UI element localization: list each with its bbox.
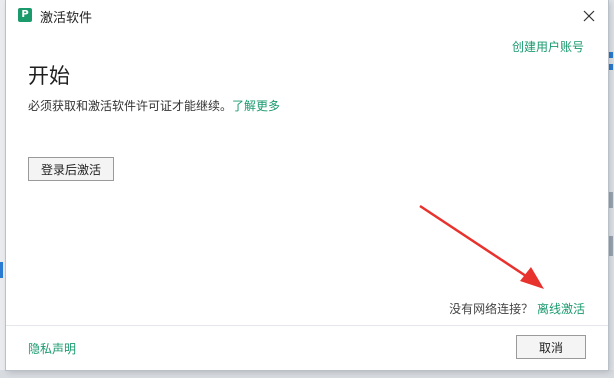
create-account-link[interactable]: 创建用户账号 (512, 38, 584, 55)
background-mark (609, 52, 613, 58)
close-icon (583, 10, 595, 22)
no-network-text: 没有网络连接？ (449, 302, 534, 316)
background-mark (609, 236, 613, 256)
background-mark (0, 262, 3, 278)
annotation-arrow-icon (419, 204, 544, 289)
window-title: 激活软件 (40, 11, 93, 26)
footer-divider (6, 325, 608, 326)
description-text: 必须获取和激活软件许可证才能继续。 (28, 99, 233, 113)
cancel-button[interactable]: 取消 (516, 335, 586, 359)
offline-activation-row: 没有网络连接？ 离线激活 (449, 300, 585, 317)
activation-dialog: P 激活软件 创建用户账号 开始 必须获取和激活软件许可证才能继续。了解更多 登… (6, 0, 608, 370)
close-button[interactable] (576, 4, 602, 28)
background-mark (609, 64, 613, 70)
title-bar: P 激活软件 (6, 0, 608, 32)
background-window-edge (608, 0, 614, 378)
background-mark (609, 192, 613, 208)
privacy-statement-link[interactable]: 隐私声明 (28, 340, 76, 357)
background-window-bottom (0, 370, 614, 378)
license-description: 必须获取和激活软件许可证才能继续。了解更多 (28, 97, 280, 114)
login-activate-button[interactable]: 登录后激活 (28, 157, 114, 181)
page-title: 开始 (28, 64, 70, 88)
app-logo-icon: P (18, 8, 32, 22)
learn-more-link[interactable]: 了解更多 (232, 99, 280, 113)
offline-activation-link[interactable]: 离线激活 (537, 302, 585, 316)
